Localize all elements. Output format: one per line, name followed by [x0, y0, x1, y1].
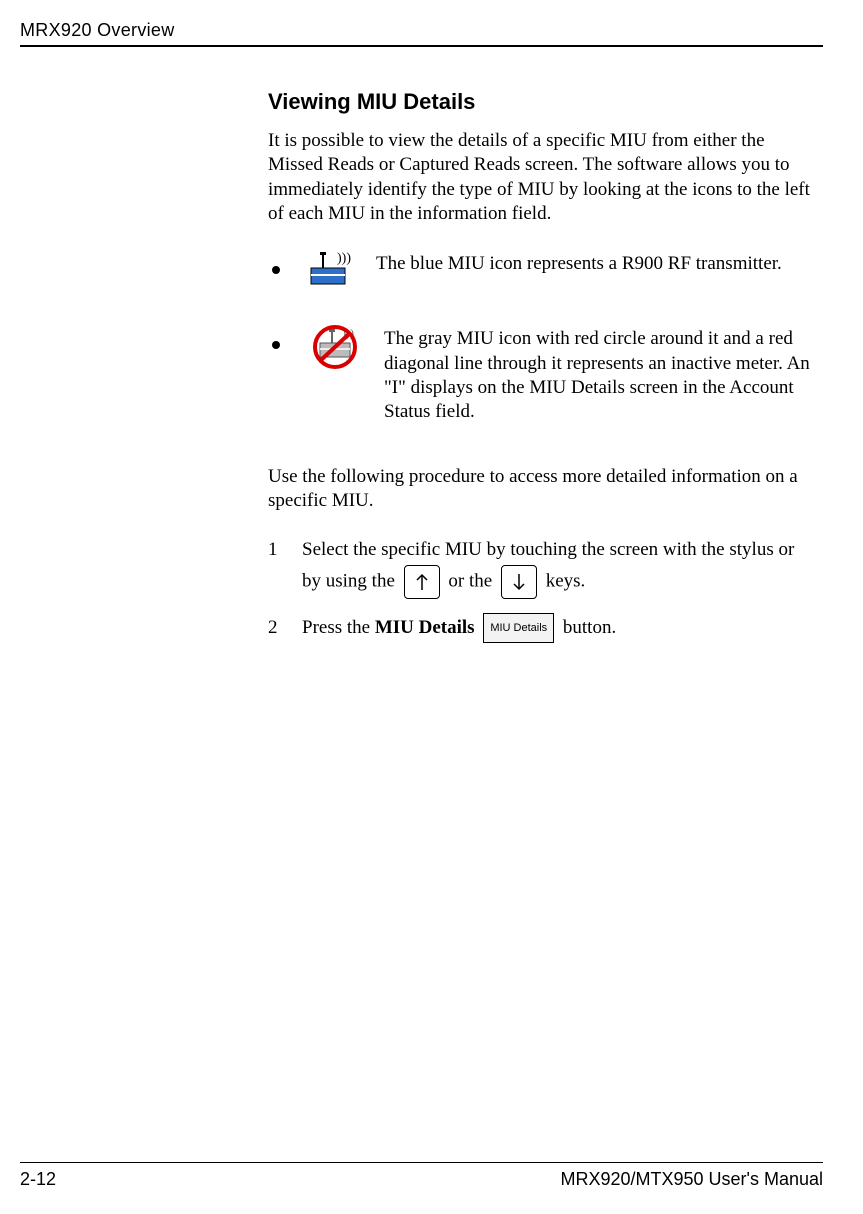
section-title: Viewing MIU Details	[268, 89, 815, 115]
inactive-miu-icon: )))	[310, 323, 364, 376]
blue-miu-icon: )))	[310, 248, 356, 295]
procedure-lead: Use the following procedure to access mo…	[268, 465, 815, 514]
procedure-step: 1 Select the specific MIU by touching th…	[268, 535, 815, 598]
manual-title: MRX920/MTX950 User's Manual	[560, 1169, 823, 1190]
svg-text:))): )))	[337, 251, 351, 266]
step-number: 1	[268, 535, 302, 598]
procedure-step: 2 Press the MIU Details MIU Details butt…	[268, 613, 815, 644]
bullet-text: The gray MIU icon with red circle around…	[384, 323, 815, 424]
bullet-dot-icon	[272, 266, 280, 274]
step-text: keys.	[546, 570, 586, 591]
down-arrow-key-icon	[501, 565, 537, 599]
step-text: or the	[448, 570, 497, 591]
step-text: Press the	[302, 617, 375, 638]
step-text: button.	[563, 617, 616, 638]
step-text-bold: MIU Details	[375, 617, 475, 638]
intro-paragraph: It is possible to view the details of a …	[268, 129, 815, 226]
miu-details-button-icon: MIU Details	[483, 613, 554, 643]
page-number: 2-12	[20, 1169, 56, 1190]
step-body: Press the MIU Details MIU Details button…	[302, 613, 815, 644]
page-footer: 2-12 MRX920/MTX950 User's Manual	[20, 1162, 823, 1190]
step-body: Select the specific MIU by touching the …	[302, 535, 815, 598]
bullet-item-inactive-miu: ))) The gray MIU icon with red circle ar…	[268, 323, 815, 424]
header-rule	[20, 45, 823, 47]
bullet-item-blue-miu: ))) The blue MIU icon represents a R900 …	[268, 248, 815, 295]
bullet-dot-icon	[272, 341, 280, 349]
step-number: 2	[268, 613, 302, 644]
bullet-text: The blue MIU icon represents a R900 RF t…	[376, 248, 815, 276]
content-column: Viewing MIU Details It is possible to vi…	[268, 89, 823, 643]
running-head: MRX920 Overview	[20, 20, 823, 41]
up-arrow-key-icon	[404, 565, 440, 599]
